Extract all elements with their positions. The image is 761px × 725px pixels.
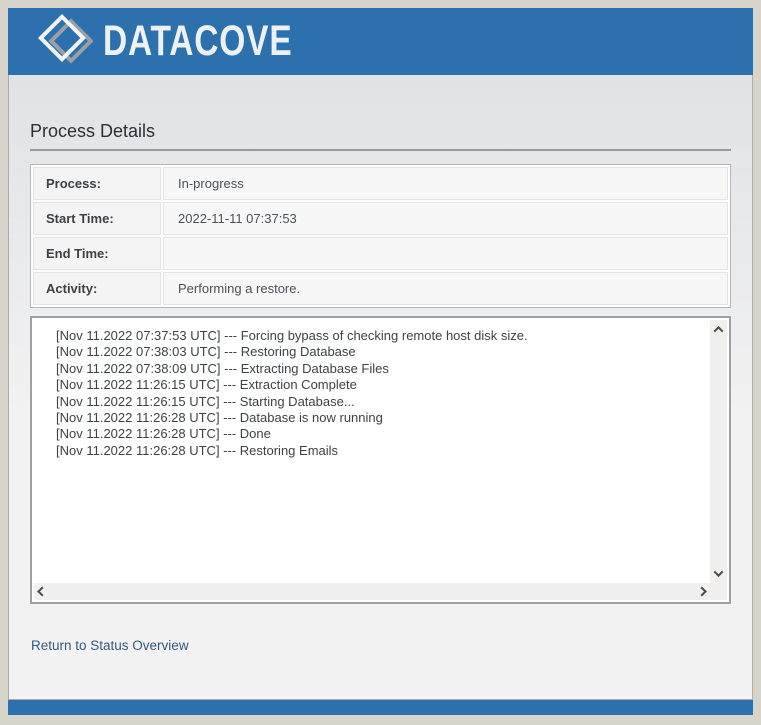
process-log-box[interactable]: [Nov 11.2022 07:37:53 UTC] --- Forcing b…	[30, 316, 731, 604]
vertical-scrollbar[interactable]	[710, 320, 727, 583]
log-line: [Nov 11.2022 11:26:28 UTC] --- Database …	[56, 410, 383, 426]
header-banner: DATACOVE	[8, 8, 753, 75]
page-title: Process Details	[30, 121, 156, 141]
row-label: Process:	[33, 167, 161, 200]
log-line: [Nov 11.2022 11:26:28 UTC] --- Done	[56, 426, 271, 442]
table-row: Activity: Performing a restore.	[33, 272, 728, 305]
log-line: [Nov 11.2022 11:26:28 UTC] --- Restoring…	[56, 442, 339, 458]
datacove-logo[interactable]: DATACOVE	[35, 12, 346, 71]
footer-bar	[8, 700, 753, 715]
return-to-status-overview-link[interactable]: Return to Status Overview	[31, 638, 189, 653]
horizontal-scrollbar[interactable]	[34, 583, 710, 600]
row-value: Performing a restore.	[163, 272, 728, 305]
datacove-diamond-icon	[35, 12, 94, 71]
log-line: [Nov 11.2022 07:38:09 UTC] --- Extractin…	[56, 360, 389, 376]
log-line: [Nov 11.2022 11:26:15 UTC] --- Starting …	[56, 393, 355, 409]
chevron-right-icon[interactable]	[696, 586, 707, 597]
chevron-left-icon[interactable]	[37, 586, 48, 597]
row-label: End Time:	[33, 237, 161, 270]
title-divider	[30, 149, 731, 151]
log-line: [Nov 11.2022 11:26:15 UTC] --- Extractio…	[56, 377, 357, 393]
row-label: Activity:	[33, 272, 161, 305]
logo-text: DATACOVE	[103, 17, 293, 65]
table-row: Process: In-progress	[33, 167, 728, 200]
content-panel: Process Details Process: In-progress Sta…	[8, 75, 753, 700]
scrollbar-corner	[710, 583, 727, 600]
process-log-text: [Nov 11.2022 07:37:53 UTC] --- Forcing b…	[34, 320, 710, 583]
chevron-down-icon[interactable]	[713, 567, 724, 578]
log-line: [Nov 11.2022 07:38:03 UTC] --- Restoring…	[56, 344, 356, 360]
row-value: In-progress	[163, 167, 728, 200]
table-row: Start Time: 2022-11-11 07:37:53	[33, 202, 728, 235]
log-line: [Nov 11.2022 07:37:53 UTC] --- Forcing b…	[56, 328, 528, 343]
chevron-up-icon[interactable]	[713, 325, 724, 336]
row-value: 2022-11-11 07:37:53	[163, 202, 728, 235]
table-row: End Time:	[33, 237, 728, 270]
process-details-table: Process: In-progress Start Time: 2022-11…	[30, 164, 731, 308]
details-rows: Process: In-progress Start Time: 2022-11…	[33, 167, 728, 305]
row-label: Start Time:	[33, 202, 161, 235]
app-frame: DATACOVE Process Details Process: In-pro…	[8, 8, 753, 715]
row-value	[163, 237, 728, 270]
